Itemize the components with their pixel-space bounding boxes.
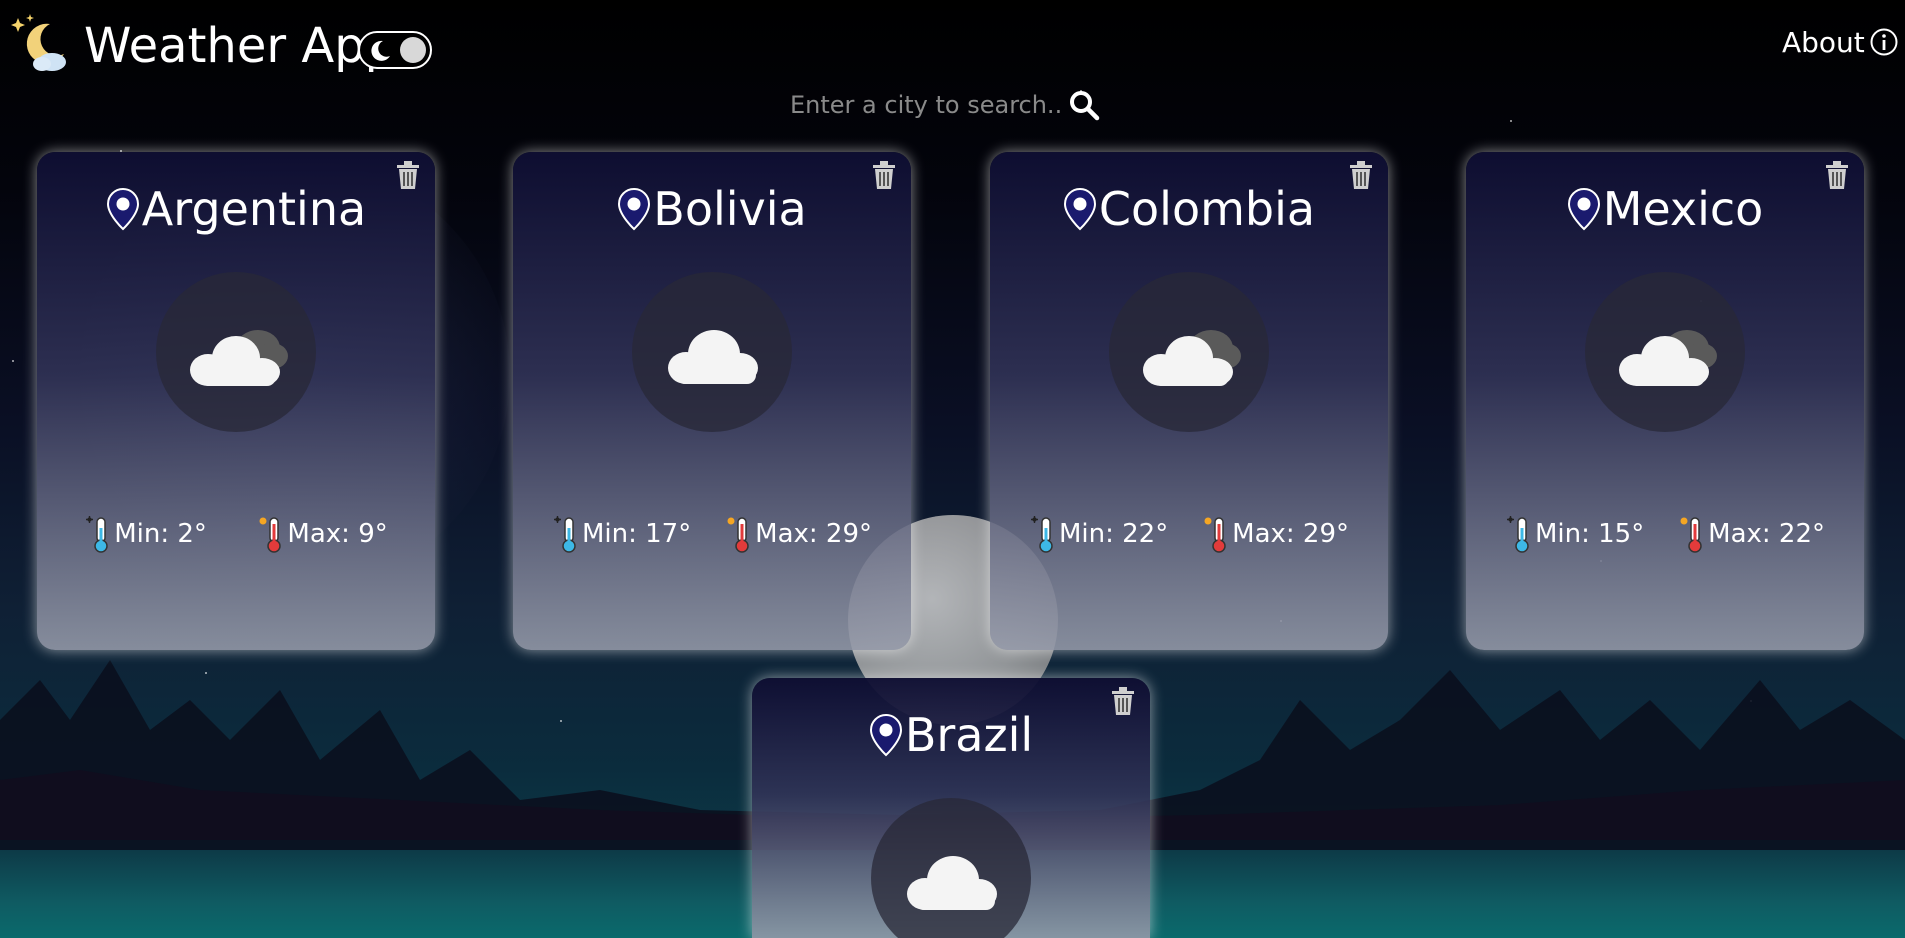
weather-icon-container: [1109, 272, 1269, 432]
search-input[interactable]: [790, 91, 1060, 119]
max-temp-label: Max: 22°: [1708, 519, 1826, 549]
max-temp: Max: 22°: [1678, 514, 1825, 554]
temperature-row: Min: 22° Max: 29°: [990, 514, 1388, 554]
moon-icon: [371, 40, 390, 61]
weather-card-argentina: Argentina Min: 2° Max: 9°: [37, 152, 435, 650]
location-pin-icon: [869, 713, 902, 757]
min-temp-label: Min: 15°: [1534, 519, 1645, 549]
max-temp-label: Max: 29°: [1232, 519, 1350, 549]
theme-toggle[interactable]: [358, 31, 432, 69]
hot-thermometer-icon: [1204, 517, 1226, 553]
city-name: Colombia: [1098, 182, 1316, 236]
temperature-row: Min: 17° Max: 29°: [513, 514, 911, 554]
search-bar: [790, 84, 1108, 126]
card-title: Argentina: [37, 182, 435, 236]
partly-cloudy-icon: [1619, 330, 1717, 386]
city-name: Brazil: [904, 708, 1034, 762]
city-name: Bolivia: [653, 182, 807, 236]
hot-thermometer-icon: [259, 517, 282, 553]
app-header: Weather App About: [0, 0, 1905, 90]
min-temp: Min: 2°: [84, 514, 207, 554]
min-temp-label: Min: 2°: [114, 519, 207, 549]
card-title: Bolivia: [513, 182, 911, 236]
max-temp-label: Max: 29°: [755, 519, 873, 549]
weather-card-colombia: Colombia Min: 22° Max: 29°: [990, 152, 1388, 650]
app-title: Weather App: [84, 18, 396, 74]
min-temp: Min: 17°: [552, 514, 691, 554]
weather-icon-container: [871, 798, 1031, 938]
min-temp: Min: 22°: [1029, 514, 1168, 554]
weather-icon-container: [1585, 272, 1745, 432]
hot-thermometer-icon: [727, 517, 749, 553]
temperature-row: Min: 15° Max: 22°: [1466, 514, 1864, 554]
partly-cloudy-icon: [190, 330, 288, 386]
min-temp-label: Min: 17°: [581, 519, 692, 549]
temperature-row: Min: 2° Max: 9°: [37, 514, 435, 554]
cold-thermometer-icon: [86, 516, 108, 553]
min-temp-label: Min: 22°: [1058, 519, 1169, 549]
card-title: Brazil: [752, 708, 1150, 762]
min-temp: Min: 15°: [1505, 514, 1644, 554]
weather-icon-container: [156, 272, 316, 432]
weather-card-brazil: Brazil: [752, 678, 1150, 938]
cloudy-icon: [907, 856, 997, 910]
city-name: Mexico: [1602, 182, 1764, 236]
cloudy-icon: [668, 330, 758, 384]
card-title: Colombia: [990, 182, 1388, 236]
max-temp: Max: 9°: [257, 514, 388, 554]
location-pin-icon: [1063, 187, 1096, 231]
max-temp: Max: 29°: [725, 514, 872, 554]
max-temp-label: Max: 9°: [287, 519, 388, 549]
weather-icon-container: [632, 272, 792, 432]
weather-card-mexico: Mexico Min: 15° Max: 22°: [1466, 152, 1864, 650]
location-pin-icon: [106, 187, 139, 231]
info-icon: [1870, 28, 1898, 56]
city-name: Argentina: [141, 182, 367, 236]
about-link[interactable]: About: [1782, 22, 1899, 62]
location-pin-icon: [1567, 187, 1600, 231]
toggle-knob: [400, 37, 426, 63]
night-weather-logo-icon: [11, 14, 66, 71]
hot-thermometer-icon: [1680, 517, 1702, 553]
search-icon[interactable]: [1068, 89, 1100, 121]
card-title: Mexico: [1466, 182, 1864, 236]
cold-thermometer-icon: [1030, 516, 1053, 553]
partly-cloudy-icon: [1143, 330, 1241, 386]
location-pin-icon: [618, 187, 651, 231]
max-temp: Max: 29°: [1202, 514, 1349, 554]
weather-card-bolivia: Bolivia Min: 17° Max: 29°: [513, 152, 911, 650]
about-label: About: [1782, 25, 1865, 59]
cold-thermometer-icon: [1506, 516, 1529, 553]
cold-thermometer-icon: [553, 516, 576, 553]
